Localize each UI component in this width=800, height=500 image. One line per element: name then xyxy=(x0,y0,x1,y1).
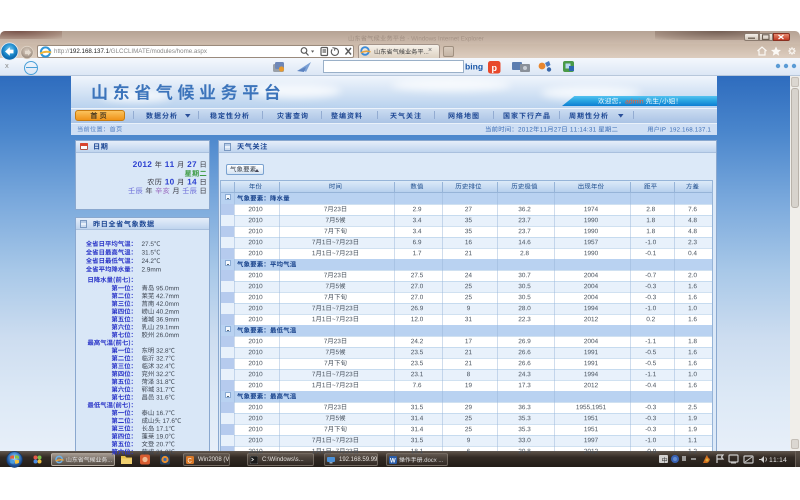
svg-text:C: C xyxy=(188,458,193,464)
svg-text:W: W xyxy=(390,458,396,464)
svg-text:p: p xyxy=(492,63,498,73)
svg-text:bing: bing xyxy=(465,62,483,72)
